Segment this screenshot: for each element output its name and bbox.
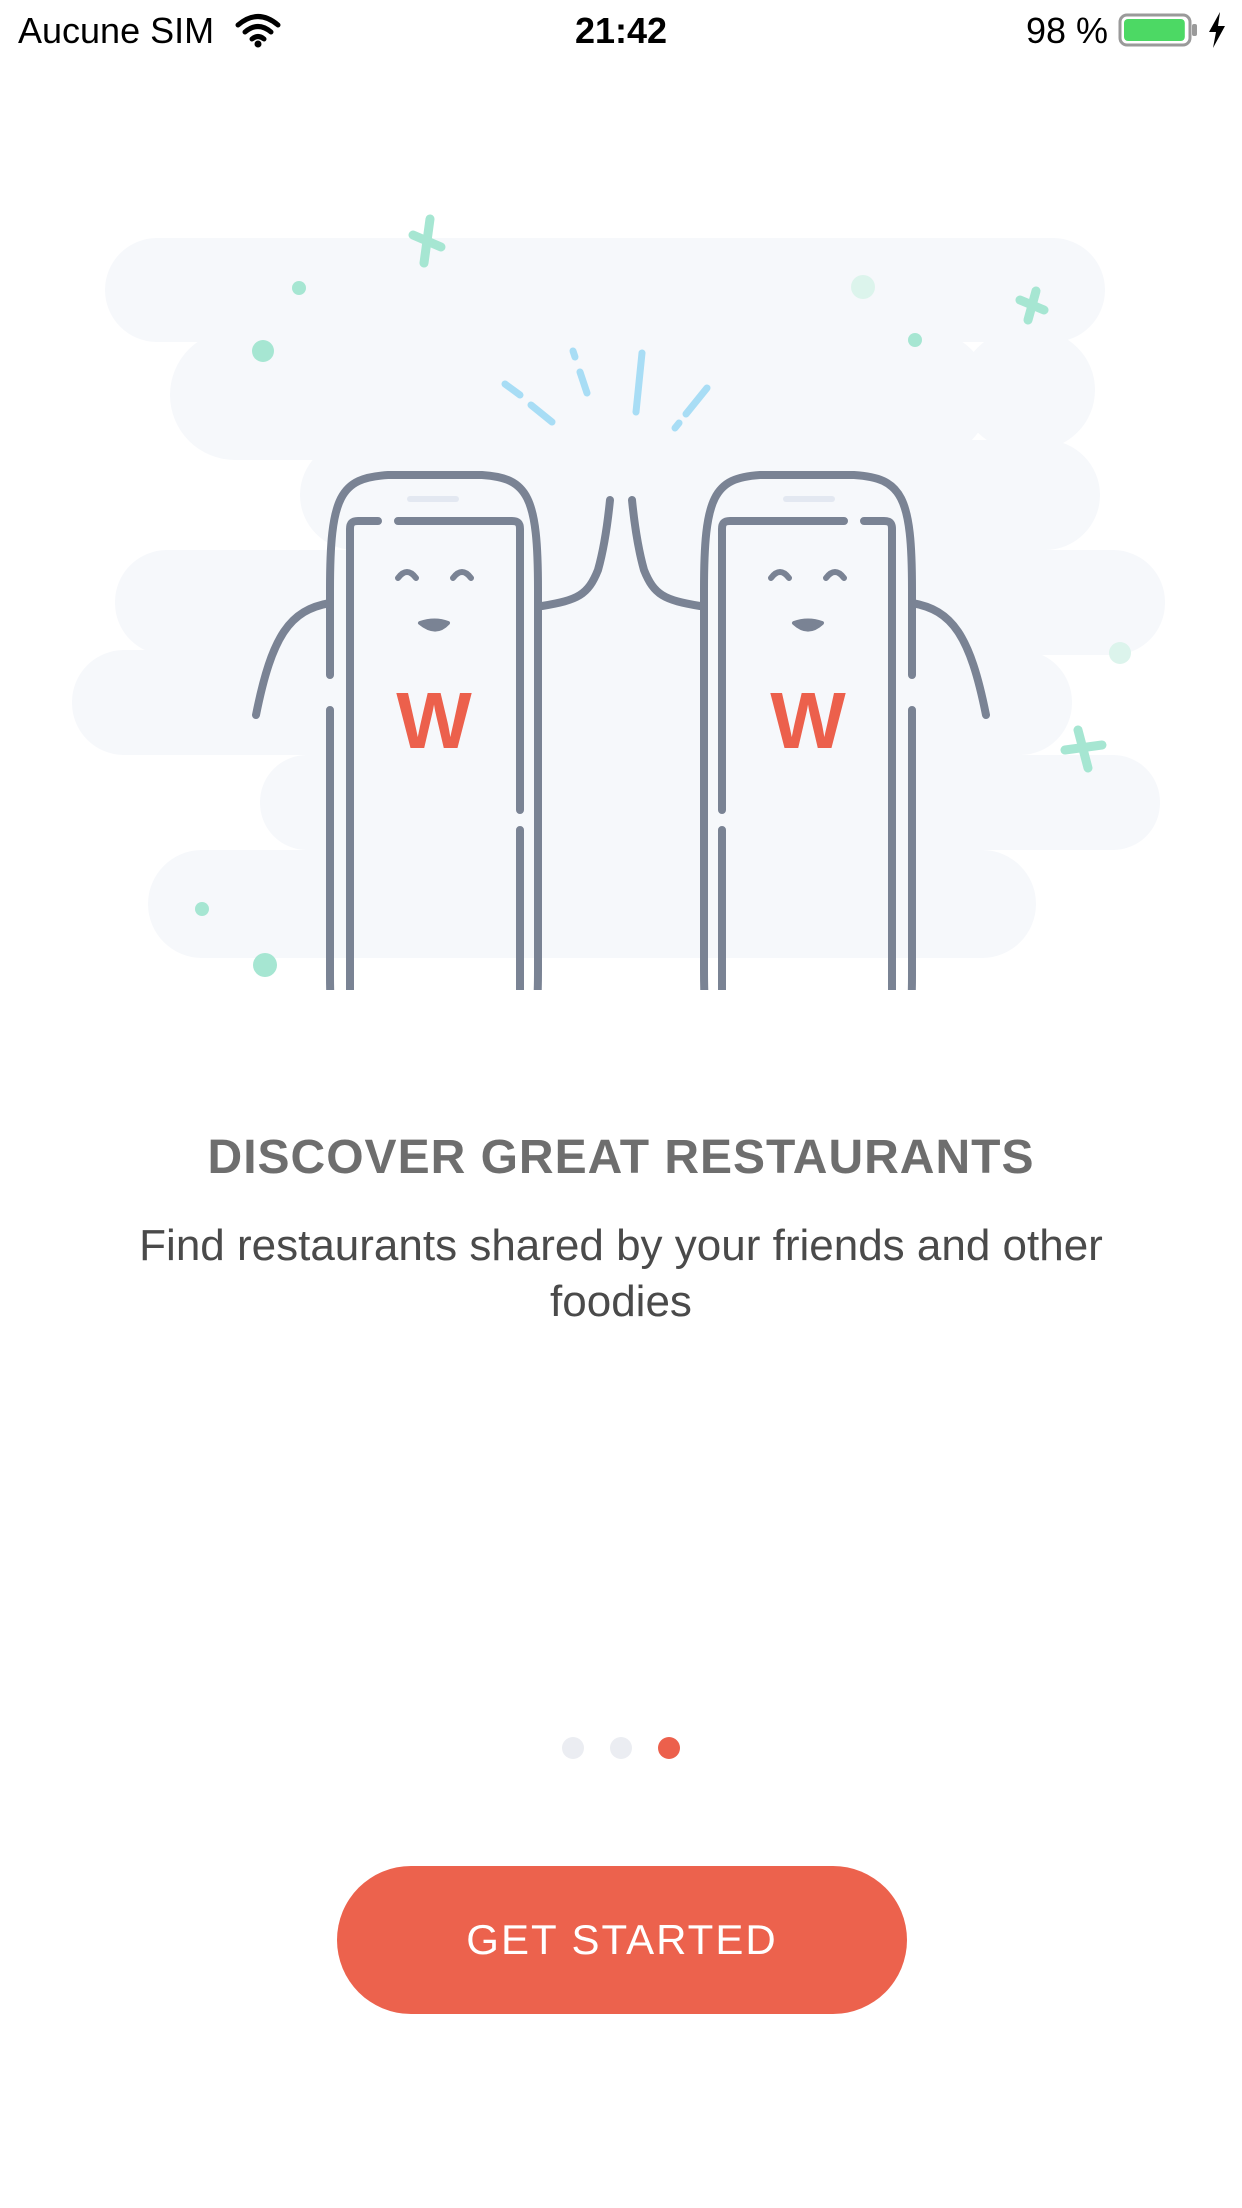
left-phone-logo: W	[396, 676, 472, 765]
page-indicator	[0, 1737, 1242, 1759]
onboarding-illustration: W W	[72, 214, 1165, 990]
page-dot-2[interactable]	[610, 1737, 632, 1759]
get-started-button[interactable]: GET STARTED	[337, 1866, 907, 2014]
page-dot-1[interactable]	[562, 1737, 584, 1759]
battery-icon	[1118, 13, 1197, 47]
onboarding-headline: DISCOVER GREAT RESTAURANTS	[207, 1131, 1035, 1184]
right-phone-logo: W	[770, 676, 846, 765]
charging-bolt-icon	[1209, 12, 1225, 48]
battery-percent: 98 %	[1025, 10, 1108, 51]
page-dot-3[interactable]	[658, 1737, 680, 1759]
cloud-background	[72, 238, 1165, 958]
status-bar: Aucune SIM 21:42 98 %	[0, 0, 1242, 62]
onboarding-subtitle: Find restaurants shared by your friends …	[139, 1221, 1103, 1326]
